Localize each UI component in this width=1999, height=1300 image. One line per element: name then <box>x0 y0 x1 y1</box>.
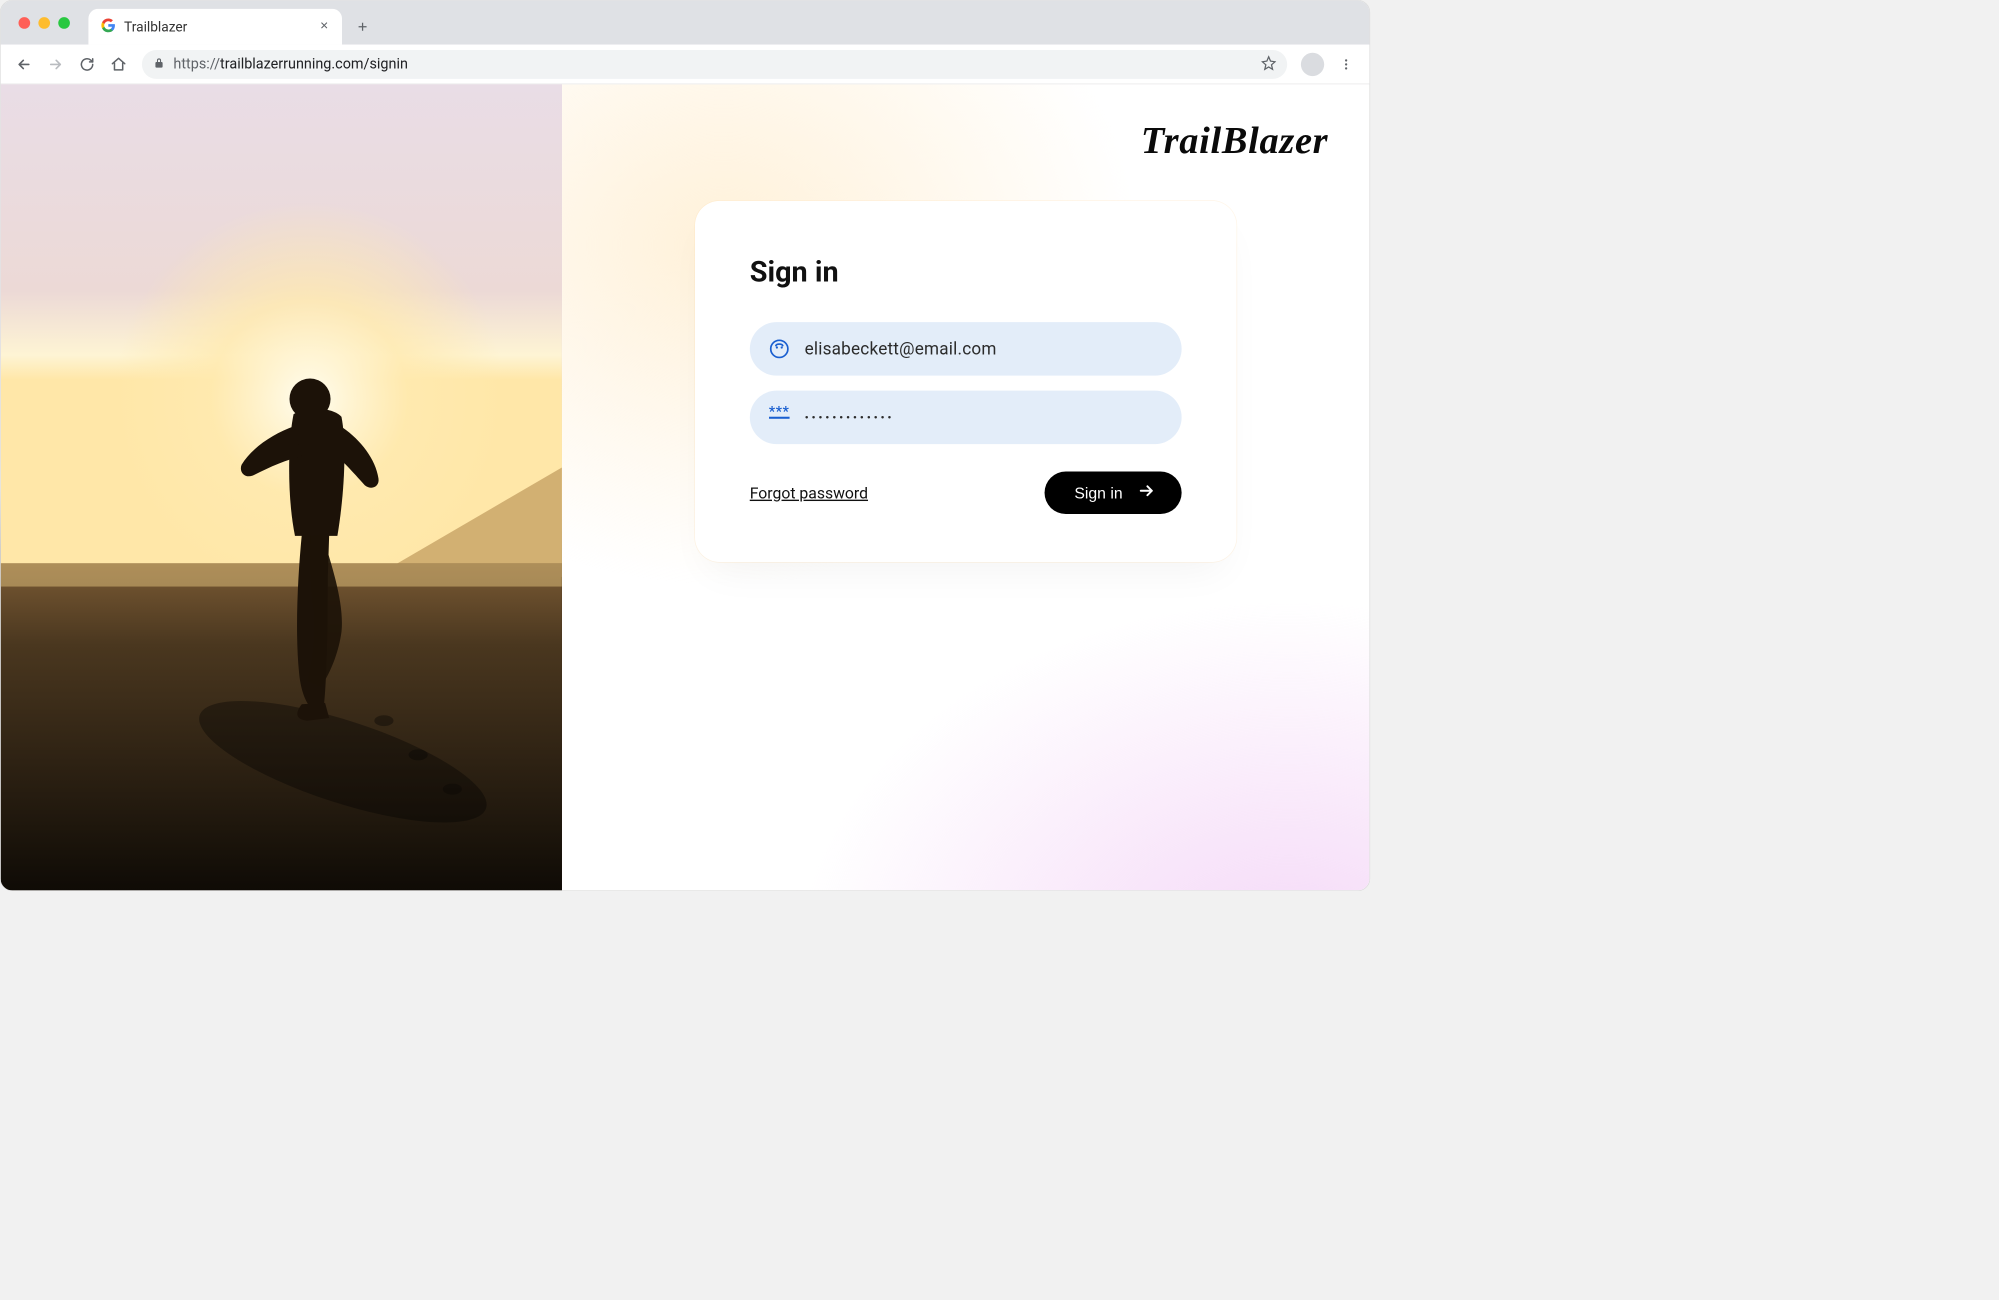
card-footer: Forgot password Sign in <box>750 472 1182 514</box>
profile-avatar[interactable] <box>1301 52 1324 75</box>
tab-title: Trailblazer <box>124 19 308 35</box>
window-controls <box>19 17 70 29</box>
arrow-right-icon <box>1138 482 1156 504</box>
browser-window: Trailblazer https://trailblazerrun <box>0 0 1370 891</box>
address-bar[interactable]: https://trailblazerrunning.com/signin <box>142 50 1287 79</box>
brand-logo: TrailBlazer <box>1141 119 1328 163</box>
page-content: TrailBlazer Sign in *** <box>1 84 1370 890</box>
url-text: https://trailblazerrunning.com/signin <box>173 56 407 72</box>
kebab-menu-button[interactable] <box>1332 50 1359 77</box>
reload-button[interactable] <box>73 50 100 77</box>
window-close-button[interactable] <box>19 17 31 29</box>
password-input[interactable] <box>805 410 1163 424</box>
forward-button[interactable] <box>42 50 69 77</box>
browser-toolbar: https://trailblazerrunning.com/signin <box>1 45 1370 85</box>
password-dots-icon: *** <box>769 407 790 428</box>
window-maximize-button[interactable] <box>58 17 70 29</box>
bookmark-star-icon[interactable] <box>1261 55 1276 73</box>
email-input[interactable] <box>805 339 1163 359</box>
signin-card: Sign in *** Forgot password <box>695 201 1236 562</box>
signin-heading: Sign in <box>750 256 1182 290</box>
tab-close-button[interactable] <box>316 17 332 37</box>
lock-icon <box>153 57 165 72</box>
new-tab-button[interactable] <box>349 13 376 40</box>
tab-strip: Trailblazer <box>1 1 1370 45</box>
hero-image <box>1 84 562 890</box>
email-field-wrapper[interactable] <box>750 322 1182 375</box>
user-avatar-icon <box>769 339 790 360</box>
tab-favicon <box>101 18 116 36</box>
signin-button[interactable]: Sign in <box>1044 472 1181 514</box>
window-minimize-button[interactable] <box>38 17 50 29</box>
signin-panel: TrailBlazer Sign in *** <box>562 84 1370 890</box>
browser-tab[interactable]: Trailblazer <box>88 9 342 45</box>
signin-button-label: Sign in <box>1074 484 1122 503</box>
password-field-wrapper[interactable]: *** <box>750 391 1182 444</box>
back-button[interactable] <box>10 50 37 77</box>
forgot-password-link[interactable]: Forgot password <box>750 484 868 503</box>
home-button[interactable] <box>105 50 132 77</box>
